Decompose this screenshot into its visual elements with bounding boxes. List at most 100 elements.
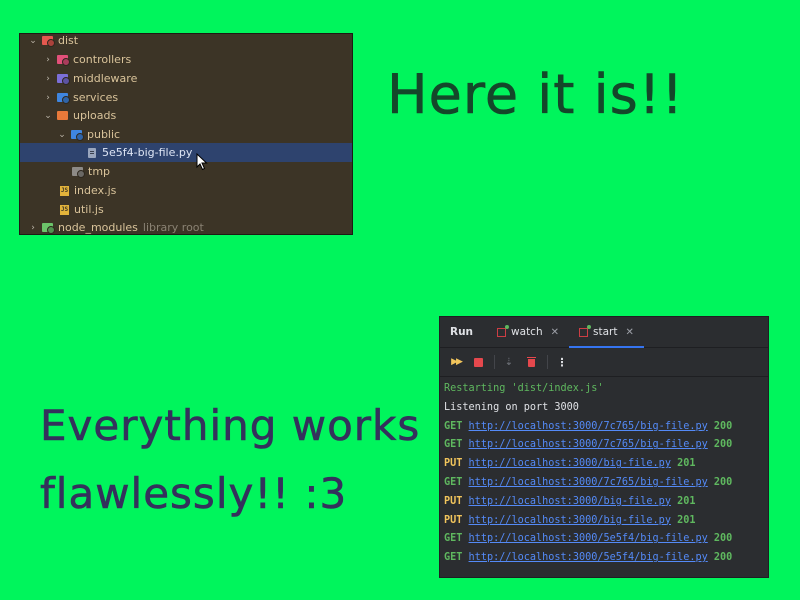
http-method: GET (444, 420, 463, 432)
http-method: GET (444, 439, 463, 451)
status-code: 201 (677, 458, 696, 470)
http-method: PUT (444, 514, 463, 526)
request-url-link[interactable]: http://localhost:3000/big-file.py (469, 496, 671, 507)
tree-item-middleware[interactable]: › middleware (20, 69, 352, 88)
folder-icon (42, 223, 53, 232)
run-toolbar: ▶▶ ⇣ ⋮ (440, 348, 768, 377)
caption-line-1: Everything works (40, 401, 421, 451)
chevron-right-icon[interactable]: › (43, 74, 53, 84)
run-tabs: Run watch ✕ start ✕ (440, 317, 768, 348)
tree-item-tmp[interactable]: tmp (20, 162, 352, 181)
rerun-button[interactable]: ▶▶ (450, 356, 463, 368)
console-request-line: GET http://localhost:3000/7c765/big-file… (444, 418, 768, 437)
console-request-line: PUT http://localhost:3000/big-file.py 20… (444, 455, 768, 474)
chevron-down-icon[interactable]: ⌄ (57, 130, 67, 140)
status-code: 200 (713, 420, 733, 432)
more-options-button[interactable]: ⋮ (556, 356, 568, 369)
chevron-right-icon[interactable]: › (43, 93, 53, 103)
tree-item-label: dist (58, 34, 79, 47)
request-url-link[interactable]: http://localhost:3000/big-file.py (469, 515, 671, 526)
chevron-down-icon[interactable]: ⌄ (43, 111, 53, 121)
console-request-line: GET http://localhost:3000/5e5f4/big-file… (444, 530, 768, 549)
request-url-link[interactable]: http://localhost:3000/7c765/big-file.py (469, 439, 708, 450)
status-code: 200 (713, 552, 733, 564)
console-request-line: GET http://localhost:3000/7c765/big-file… (444, 436, 768, 455)
folder-icon (57, 93, 68, 102)
console-request-line: GET http://localhost:3000/5e5f4/big-file… (444, 549, 768, 568)
request-url-link[interactable]: http://localhost:3000/7c765/big-file.py (469, 421, 708, 432)
toolbar-divider (494, 355, 495, 369)
http-method: GET (444, 476, 463, 488)
caption-line-2: flawlessly!! :3 (40, 469, 348, 519)
npm-icon (579, 324, 592, 337)
console-request-line: GET http://localhost:3000/7c765/big-file… (444, 474, 768, 493)
tree-item-controllers[interactable]: › controllers (20, 50, 352, 69)
run-panel-title: Run (450, 326, 474, 338)
trash-icon (526, 357, 536, 367)
folder-icon (57, 74, 68, 83)
console-request-line: PUT http://localhost:3000/big-file.py 20… (444, 493, 768, 512)
tree-item-label: controllers (73, 53, 132, 66)
http-method: GET (444, 533, 463, 545)
tree-item-label: index.js (74, 184, 117, 197)
request-url-link[interactable]: http://localhost:3000/7c765/big-file.py (469, 477, 708, 488)
status-code: 200 (713, 533, 733, 545)
tree-item-label: uploads (73, 109, 117, 122)
folder-icon (42, 36, 53, 45)
tab-label: start (593, 326, 618, 338)
tree-item-dist[interactable]: ⌄ dist (20, 34, 352, 50)
tree-item-label: services (73, 91, 119, 104)
chevron-right-icon[interactable]: › (43, 55, 53, 65)
project-file-tree: ⌄ dist › controllers › middleware › serv… (19, 33, 353, 235)
mouse-pointer-icon (196, 153, 208, 171)
folder-icon (72, 167, 83, 176)
request-url-link[interactable]: http://localhost:3000/5e5f4/big-file.py (469, 552, 708, 563)
folder-icon (57, 55, 68, 64)
tab-watch[interactable]: watch ✕ (487, 317, 569, 347)
scroll-to-end-button[interactable]: ⇣ (503, 356, 515, 368)
tree-item-label: node_modules (58, 221, 138, 234)
console-request-line: PUT http://localhost:3000/big-file.py 20… (444, 512, 768, 531)
status-code: 201 (677, 514, 696, 526)
request-url-link[interactable]: http://localhost:3000/5e5f4/big-file.py (469, 533, 708, 544)
tree-item-public[interactable]: ⌄ public (20, 125, 352, 144)
console-status-line: Restarting 'dist/index.js' (444, 383, 604, 394)
caption-everything-works: Everything works flawlessly!! :3 (40, 392, 420, 528)
http-method: GET (444, 552, 463, 564)
status-code: 200 (713, 439, 733, 451)
status-code: 201 (677, 495, 696, 507)
tree-item-label: public (87, 128, 121, 141)
close-icon[interactable]: ✕ (551, 327, 559, 338)
tree-item-services[interactable]: › services (20, 88, 352, 107)
http-method: PUT (444, 458, 463, 470)
http-method: PUT (444, 495, 463, 507)
chevron-down-icon[interactable]: ⌄ (28, 36, 38, 46)
tree-item-label: middleware (73, 72, 138, 85)
folder-icon (57, 111, 68, 120)
folder-icon (71, 130, 82, 139)
tree-item-index-js[interactable]: JS index.js (20, 181, 352, 200)
tree-item-label: tmp (88, 165, 111, 178)
stop-icon (473, 357, 483, 367)
js-file-icon: JS (60, 185, 69, 196)
tree-item-label: 5e5f4-big-file.py (102, 146, 193, 159)
tree-item-big-file[interactable]: 5e5f4-big-file.py (20, 143, 352, 162)
tree-item-node-modules[interactable]: › node_modules library root (20, 218, 352, 234)
npm-icon (497, 324, 510, 337)
console-listening-line: Listening on port 3000 (444, 401, 579, 413)
tree-item-uploads[interactable]: ⌄ uploads (20, 106, 352, 125)
close-icon[interactable]: ✕ (625, 327, 633, 338)
tree-item-label: util.js (74, 203, 104, 216)
stop-button[interactable] (472, 356, 484, 368)
request-url-link[interactable]: http://localhost:3000/big-file.py (469, 458, 671, 469)
library-root-note: library root (142, 221, 204, 234)
clear-console-button[interactable] (525, 356, 537, 368)
tree-item-util-js[interactable]: JS util.js (20, 200, 352, 219)
python-file-icon (88, 147, 96, 158)
js-file-icon: JS (60, 204, 69, 215)
chevron-right-icon[interactable]: › (28, 223, 38, 233)
tab-label: watch (511, 326, 543, 338)
console-output[interactable]: Restarting 'dist/index.js' Listening on … (440, 377, 768, 568)
status-code: 200 (713, 476, 733, 488)
tab-start[interactable]: start ✕ (569, 317, 644, 348)
